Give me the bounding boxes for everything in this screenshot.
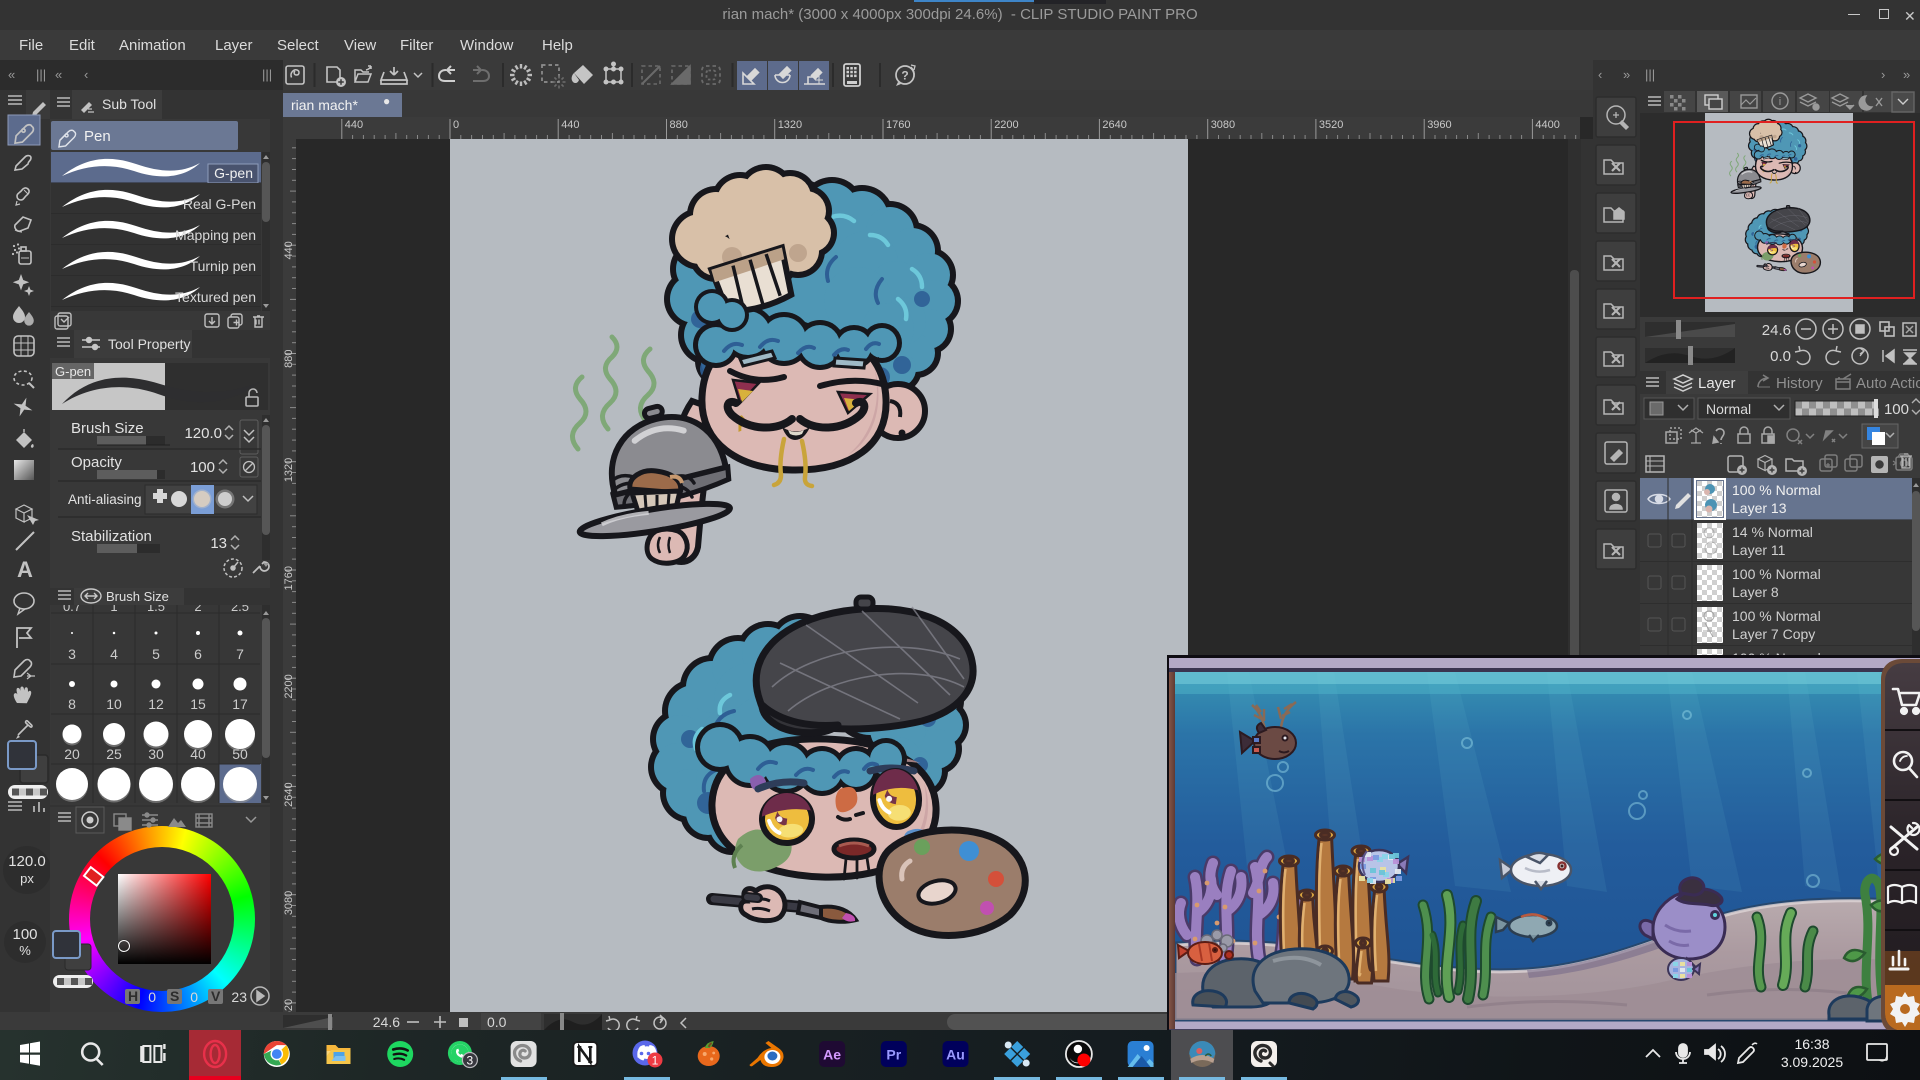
svg-text:Layer 13: Layer 13 — [1732, 500, 1787, 516]
svg-text:1320: 1320 — [778, 119, 802, 131]
svg-text:5: 5 — [152, 646, 160, 662]
svg-text:?: ? — [901, 69, 908, 83]
svg-text:120.0: 120.0 — [8, 853, 46, 870]
svg-text:2200: 2200 — [283, 674, 295, 698]
svg-text:1: 1 — [652, 1054, 659, 1068]
svg-text:i: i — [1779, 96, 1781, 108]
svg-text:Turnip pen: Turnip pen — [190, 258, 256, 274]
svg-text:24.6: 24.6 — [1762, 322, 1791, 339]
svg-text:Layer 11: Layer 11 — [1732, 542, 1786, 558]
svg-text:40: 40 — [190, 746, 206, 762]
svg-text:880: 880 — [283, 350, 295, 368]
svg-text:A: A — [17, 557, 33, 582]
svg-text:Layer 7 Copy: Layer 7 Copy — [1732, 626, 1815, 642]
svg-text:100 % Normal: 100 % Normal — [1732, 608, 1821, 624]
svg-text:2640: 2640 — [1102, 119, 1126, 131]
svg-text:100: 100 — [12, 926, 37, 943]
svg-text:%: % — [19, 943, 31, 958]
svg-text:px: px — [20, 871, 34, 886]
svg-text:0: 0 — [148, 989, 156, 1005]
svg-text:0: 0 — [190, 989, 198, 1005]
svg-text:H: H — [128, 988, 138, 1004]
svg-text:Au: Au — [946, 1047, 965, 1063]
svg-text:4400: 4400 — [1535, 119, 1559, 131]
svg-text:0.0: 0.0 — [487, 1014, 507, 1030]
svg-text:Layer: Layer — [1698, 375, 1736, 392]
svg-text:6: 6 — [194, 646, 202, 662]
svg-text:History: History — [1776, 375, 1823, 392]
svg-text:3080: 3080 — [1211, 119, 1235, 131]
svg-text:23: 23 — [231, 989, 247, 1005]
svg-text:3520: 3520 — [283, 999, 295, 1012]
svg-text:G-pen: G-pen — [214, 165, 253, 181]
svg-text:Ae: Ae — [823, 1047, 841, 1063]
svg-text:17: 17 — [232, 696, 248, 712]
svg-text:Real G-Pen: Real G-Pen — [183, 196, 256, 212]
svg-text:Pen: Pen — [84, 128, 111, 145]
svg-text:3080: 3080 — [283, 891, 295, 915]
svg-text:12: 12 — [148, 696, 164, 712]
svg-text:Normal: Normal — [1706, 401, 1751, 417]
svg-text:440: 440 — [345, 119, 363, 131]
svg-text:8: 8 — [68, 696, 76, 712]
svg-text:120.0: 120.0 — [184, 425, 222, 442]
svg-text:100: 100 — [190, 459, 215, 476]
svg-text:Layer 8: Layer 8 — [1732, 584, 1779, 600]
svg-text:100: 100 — [1884, 401, 1909, 418]
svg-text:3: 3 — [68, 646, 76, 662]
svg-text:0: 0 — [453, 119, 459, 131]
svg-text:Anti-aliasing: Anti-aliasing — [68, 492, 142, 507]
svg-text:0.0: 0.0 — [1770, 348, 1791, 365]
svg-text:2640: 2640 — [283, 782, 295, 806]
svg-text:3520: 3520 — [1319, 119, 1343, 131]
svg-text:24.6: 24.6 — [373, 1014, 400, 1030]
svg-text:V: V — [211, 988, 221, 1004]
svg-text:S: S — [170, 988, 179, 1004]
svg-text:4: 4 — [110, 646, 118, 662]
svg-text:50: 50 — [232, 746, 248, 762]
svg-text:Mapping pen: Mapping pen — [175, 227, 256, 243]
svg-text:13: 13 — [210, 535, 227, 552]
svg-text:16:38: 16:38 — [1794, 1036, 1829, 1052]
svg-text:10: 10 — [106, 696, 122, 712]
svg-text:3.09.2025: 3.09.2025 — [1781, 1054, 1843, 1070]
svg-text:1760: 1760 — [886, 119, 910, 131]
svg-text:1760: 1760 — [283, 566, 295, 590]
svg-text:20: 20 — [64, 746, 80, 762]
svg-text:Pr: Pr — [886, 1047, 901, 1063]
svg-text:Stabilization: Stabilization — [71, 528, 152, 545]
svg-text:14 % Normal: 14 % Normal — [1732, 524, 1813, 540]
svg-text:Brush Size: Brush Size — [106, 589, 169, 604]
svg-text:Brush Size: Brush Size — [71, 420, 144, 437]
svg-text:25: 25 — [106, 746, 122, 762]
svg-text:100 % Normal: 100 % Normal — [1732, 482, 1821, 498]
svg-text:Sub Tool: Sub Tool — [102, 96, 156, 112]
svg-text:440: 440 — [283, 241, 295, 259]
svg-text:Textured pen: Textured pen — [175, 289, 256, 305]
svg-text:440: 440 — [561, 119, 579, 131]
svg-text:30: 30 — [148, 746, 164, 762]
svg-text:Tool Property: Tool Property — [108, 336, 190, 352]
svg-text:880: 880 — [670, 119, 688, 131]
svg-text:15: 15 — [190, 696, 206, 712]
svg-text:1320: 1320 — [283, 458, 295, 482]
svg-text:3960: 3960 — [1427, 119, 1451, 131]
svg-text:Opacity: Opacity — [71, 454, 122, 471]
svg-text:3: 3 — [467, 1054, 474, 1068]
svg-text:G-pen: G-pen — [55, 364, 91, 379]
svg-text:2200: 2200 — [994, 119, 1018, 131]
svg-text:100 % Normal: 100 % Normal — [1732, 566, 1821, 582]
svg-text:Auto Action: Auto Action — [1856, 375, 1920, 392]
svg-text:7: 7 — [236, 646, 244, 662]
